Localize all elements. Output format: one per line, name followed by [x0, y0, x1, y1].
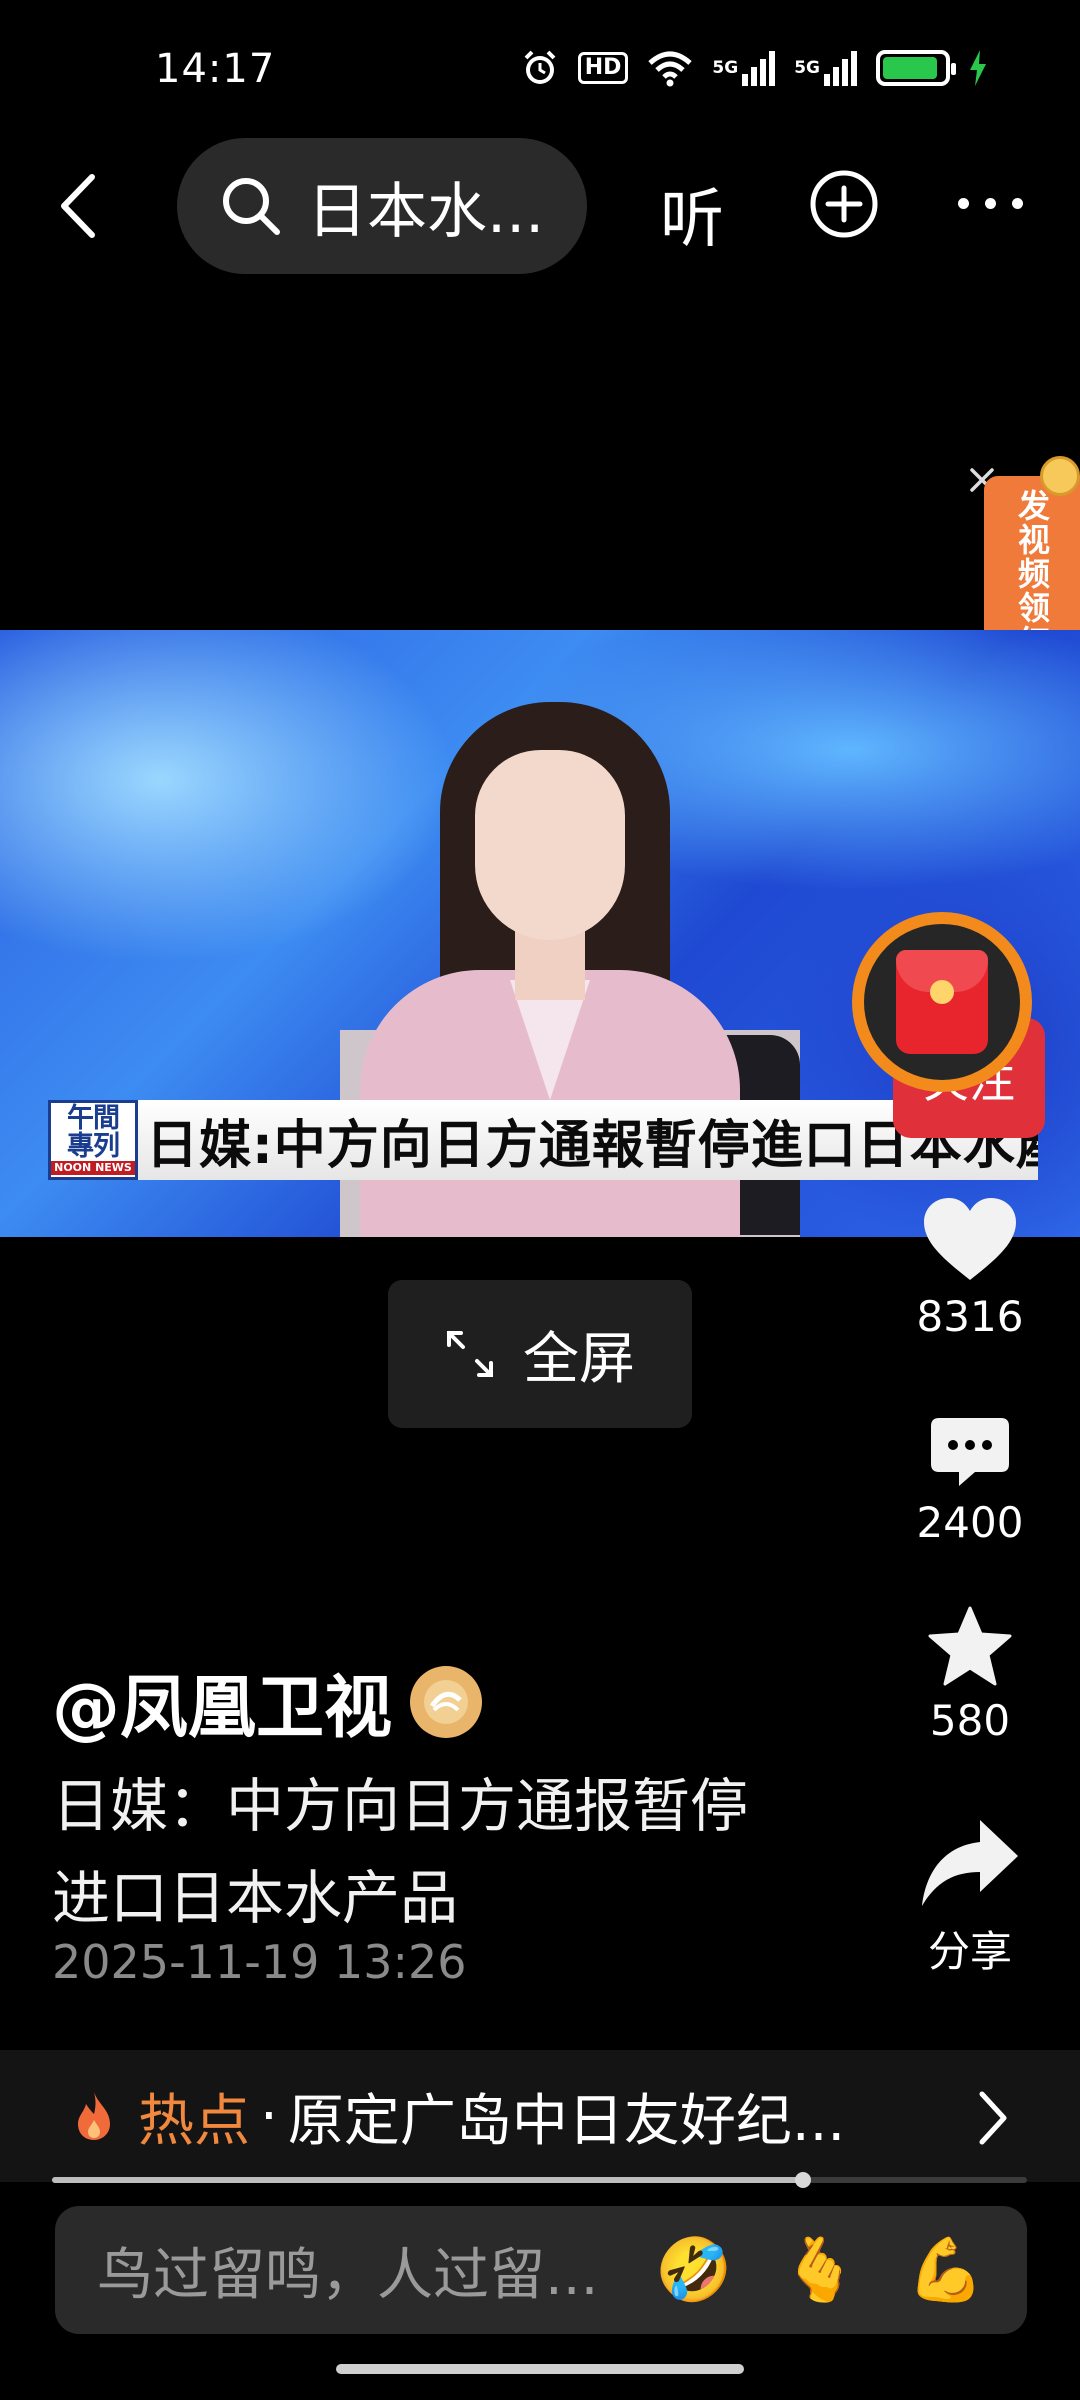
comment-placeholder: 鸟过留鸣，人过留... — [97, 2242, 599, 2308]
video-description: 日媒：中方向日方通报暂停进口日本水产品 — [52, 1772, 749, 1932]
back-button[interactable] — [48, 166, 108, 246]
hot-separator: · — [260, 2083, 278, 2149]
emoji-laugh-button[interactable]: 🤣 — [652, 2228, 736, 2312]
alarm-icon — [520, 48, 560, 88]
more-dot-icon — [985, 198, 996, 209]
verified-badge-icon — [410, 1665, 483, 1738]
author[interactable]: @凤凰卫视 — [52, 1652, 483, 1751]
search-icon — [223, 178, 280, 235]
logo-foot: NOON NEWS — [51, 1161, 135, 1175]
favorite-button[interactable]: 580 — [890, 1606, 1050, 1745]
post-timestamp: 2025-11-19 13:26 — [52, 1935, 467, 1989]
search-bar[interactable]: 日本水... — [177, 138, 587, 274]
battery-cap — [951, 63, 956, 75]
wifi-icon — [646, 49, 694, 87]
red-packet-button[interactable] — [852, 912, 1032, 1092]
share-label: 分享 — [927, 1927, 1012, 1976]
charging-icon — [968, 50, 988, 86]
hot-topic-text: 原定广岛中日友好纪... — [287, 2088, 846, 2154]
channel-logo: 午間 專列 NOON NEWS — [48, 1100, 138, 1180]
share-icon — [922, 1820, 1018, 1906]
progress-handle[interactable] — [794, 2172, 811, 2188]
back-arrow-icon — [61, 174, 95, 238]
battery-fill — [883, 57, 937, 79]
progress-fill — [52, 2177, 803, 2183]
signal-1-label: 5G — [712, 58, 739, 78]
chevron-right-icon — [979, 2091, 1007, 2145]
red-packet-seal — [930, 980, 954, 1004]
like-button[interactable]: 8316 — [890, 1196, 1050, 1341]
star-icon — [928, 1606, 1012, 1686]
red-packet-icon — [896, 950, 988, 1054]
hd-icon: HD — [577, 52, 629, 84]
emoji-muscle-button[interactable]: 💪 — [904, 2228, 988, 2312]
fullscreen-label: 全屏 — [523, 1326, 635, 1392]
battery-icon — [876, 50, 956, 86]
more-dot-icon — [958, 198, 969, 209]
signal-2-label: 5G — [794, 58, 820, 78]
plus-circle-icon — [810, 170, 878, 238]
signal-2-icon: 5G — [794, 50, 858, 86]
home-indicator[interactable] — [336, 2364, 744, 2374]
emoji-heart-hand-button[interactable]: 🫰 — [778, 2228, 862, 2312]
anchor-face — [475, 750, 625, 940]
signal-1-icon: 5G — [712, 50, 776, 86]
screen: 14:17 HD 5G 5G 日本水... 听 发视频领红包 午間 專列 NOO… — [0, 0, 1080, 2400]
comment-count: 2400 — [916, 1498, 1024, 1547]
coin-icon — [1040, 456, 1080, 496]
more-button[interactable] — [958, 198, 1023, 209]
like-count: 8316 — [916, 1292, 1024, 1341]
more-dot-icon — [1012, 198, 1023, 209]
listen-button[interactable]: 听 — [660, 168, 724, 260]
author-name: @凤凰卫视 — [52, 1669, 393, 1748]
share-button[interactable]: 分享 — [890, 1816, 1050, 1979]
status-time: 14:17 — [155, 46, 276, 92]
top-nav: 日本水... 听 — [0, 138, 1080, 274]
search-query: 日本水... — [307, 176, 545, 247]
video-progress-bar[interactable] — [52, 2172, 1027, 2188]
status-bar: 14:17 HD 5G 5G — [0, 0, 1080, 130]
hot-topic-bar[interactable]: 热点 · 原定广岛中日友好纪... — [0, 2050, 1080, 2182]
comment-button[interactable]: 2400 — [890, 1416, 1050, 1547]
comment-input[interactable]: 鸟过留鸣，人过留... — [55, 2206, 1027, 2334]
logo-line-1: 午間 — [67, 1103, 120, 1134]
fullscreen-button[interactable]: 全屏 — [388, 1280, 692, 1428]
add-button[interactable] — [808, 168, 880, 240]
expand-icon — [447, 1331, 493, 1377]
hot-label: 热点 — [138, 2088, 250, 2154]
status-icons: HD 5G 5G — [520, 48, 988, 88]
heart-icon — [924, 1198, 1016, 1280]
news-caption: 午間 專列 NOON NEWS 日媒:中方向日方通報暫停進口日本水產品 — [48, 1100, 1038, 1180]
fire-icon — [78, 2092, 110, 2140]
logo-line-2: 專列 — [67, 1131, 120, 1162]
comment-icon — [931, 1418, 1009, 1486]
favorite-count: 580 — [929, 1696, 1011, 1745]
